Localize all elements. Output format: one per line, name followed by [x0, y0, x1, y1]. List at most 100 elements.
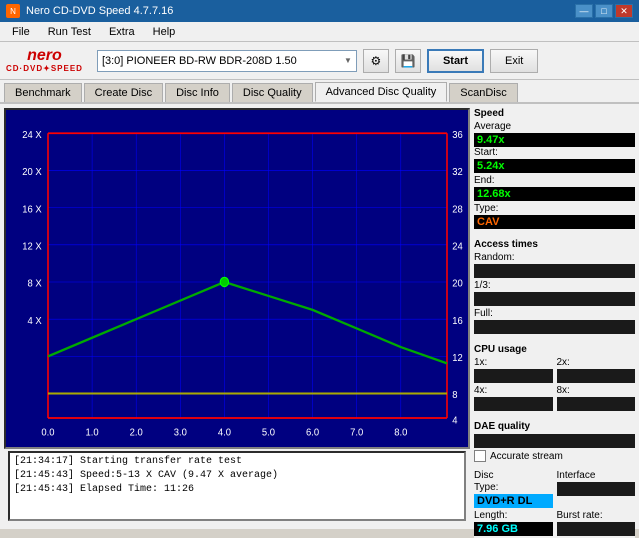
maximize-button[interactable]: □ — [595, 4, 613, 18]
cpu-2x-value — [557, 369, 636, 383]
interface-box: Interface — [557, 470, 636, 508]
speed-end-row: End: 12.68x — [474, 175, 635, 201]
save-icon-button[interactable]: 💾 — [395, 49, 421, 73]
speed-title: Speed — [474, 108, 635, 119]
speed-average-value: 9.47x — [474, 133, 635, 147]
svg-text:5.0: 5.0 — [262, 427, 276, 439]
access-times-title: Access times — [474, 239, 635, 250]
cpu-8x-value — [557, 397, 636, 411]
cpu-2x-label: 2x: — [557, 357, 636, 368]
tab-disc-quality[interactable]: Disc Quality — [232, 83, 313, 102]
menu-extra[interactable]: Extra — [101, 24, 143, 40]
toolbar: nero CD·DVD✦SPEED [3:0] PIONEER BD-RW BD… — [0, 42, 639, 80]
svg-text:24: 24 — [452, 241, 463, 253]
access-third-label: 1/3: — [474, 280, 635, 291]
title-bar: N Nero CD-DVD Speed 4.7.7.16 — □ ✕ — [0, 0, 639, 22]
log-line-2: [21:45:43] Speed:5-13 X CAV (9.47 X aver… — [14, 469, 460, 483]
title-bar-controls: — □ ✕ — [575, 4, 633, 18]
chart-area: 24 X 20 X 16 X 12 X 8 X 4 X 36 32 28 24 … — [0, 104, 474, 529]
cpu-row-2: 4x: 8x: — [474, 385, 635, 411]
svg-text:12 X: 12 X — [22, 241, 42, 253]
app-title: Nero CD-DVD Speed 4.7.7.16 — [26, 5, 173, 17]
speed-start-row: Start: 5.24x — [474, 147, 635, 173]
disc-info-row: Disc Type: DVD+R DL Interface — [474, 470, 635, 508]
menu-help[interactable]: Help — [145, 24, 184, 40]
svg-text:3.0: 3.0 — [174, 427, 188, 439]
svg-text:36: 36 — [452, 129, 463, 141]
close-button[interactable]: ✕ — [615, 4, 633, 18]
combo-arrow-icon: ▼ — [344, 56, 352, 65]
svg-text:4: 4 — [452, 415, 458, 427]
cpu-8x-box: 8x: — [557, 385, 636, 411]
nero-sub: CD·DVD✦SPEED — [6, 64, 83, 73]
svg-text:0.0: 0.0 — [41, 427, 55, 439]
cpu-1x-label: 1x: — [474, 357, 553, 368]
tab-scan-disc[interactable]: ScanDisc — [449, 83, 517, 102]
svg-text:8: 8 — [452, 390, 458, 402]
access-times-section: Access times Random: 1/3: Full: — [474, 239, 635, 336]
app-icon: N — [6, 4, 20, 18]
svg-text:6.0: 6.0 — [306, 427, 320, 439]
cpu-4x-box: 4x: — [474, 385, 553, 411]
cpu-1x-value — [474, 369, 553, 383]
tab-bar: Benchmark Create Disc Disc Info Disc Qua… — [0, 80, 639, 104]
options-icon-button[interactable]: ⚙ — [363, 49, 389, 73]
disc-type-value: DVD+R DL — [474, 494, 553, 508]
disc-length-label: Length: — [474, 510, 553, 521]
menu-file[interactable]: File — [4, 24, 38, 40]
speed-section: Speed Average 9.47x Start: 5.24x End: 12… — [474, 108, 635, 231]
speed-start-label: Start: — [474, 147, 635, 158]
exit-button[interactable]: Exit — [490, 49, 538, 73]
menu-run-test[interactable]: Run Test — [40, 24, 99, 40]
speed-type-box: Type: CAV — [474, 203, 635, 229]
cpu-8x-label: 8x: — [557, 385, 636, 396]
drive-selector[interactable]: [3:0] PIONEER BD-RW BDR-208D 1.50 ▼ — [97, 50, 357, 72]
access-random-box: Random: — [474, 252, 635, 278]
dae-value — [474, 434, 635, 448]
nero-logo: nero CD·DVD✦SPEED — [6, 48, 83, 73]
menu-bar: File Run Test Extra Help — [0, 22, 639, 42]
access-full-label: Full: — [474, 308, 635, 319]
log-line-1: [21:34:17] Starting transfer rate test — [14, 455, 460, 469]
speed-end-value: 12.68x — [474, 187, 635, 201]
access-third-value — [474, 292, 635, 306]
access-random-value — [474, 264, 635, 278]
chart-container: 24 X 20 X 16 X 12 X 8 X 4 X 36 32 28 24 … — [4, 108, 470, 449]
tab-benchmark[interactable]: Benchmark — [4, 83, 82, 102]
main-content: 24 X 20 X 16 X 12 X 8 X 4 X 36 32 28 24 … — [0, 104, 639, 529]
access-third-box: 1/3: — [474, 280, 635, 306]
access-third-row: 1/3: — [474, 280, 635, 306]
speed-type-label: Type: — [474, 203, 635, 214]
disc-length-box: Length: 7.96 GB — [474, 510, 553, 536]
accurate-stream-row: Accurate stream — [474, 450, 635, 462]
start-button[interactable]: Start — [427, 49, 484, 73]
svg-text:28: 28 — [452, 204, 463, 216]
speed-average-label: Average — [474, 121, 635, 132]
disc-length-value: 7.96 GB — [474, 522, 553, 536]
cpu-title: CPU usage — [474, 344, 635, 355]
log-line-3: [21:45:43] Elapsed Time: 11:26 — [14, 483, 460, 497]
svg-text:7.0: 7.0 — [350, 427, 364, 439]
disc-section: Disc Type: DVD+R DL Interface Length: 7.… — [474, 470, 635, 538]
svg-text:20 X: 20 X — [22, 167, 42, 179]
cpu-section: CPU usage 1x: 2x: 4x: 8x: — [474, 344, 635, 413]
accurate-stream-checkbox[interactable] — [474, 450, 486, 462]
svg-text:24 X: 24 X — [22, 129, 42, 141]
svg-text:4.0: 4.0 — [218, 427, 232, 439]
chart-svg: 24 X 20 X 16 X 12 X 8 X 4 X 36 32 28 24 … — [6, 110, 468, 447]
minimize-button[interactable]: — — [575, 4, 593, 18]
cpu-1x-box: 1x: — [474, 357, 553, 383]
log-area: [21:34:17] Starting transfer rate test [… — [8, 451, 466, 521]
access-full-value — [474, 320, 635, 334]
disc-type-sublabel: Type: — [474, 482, 553, 493]
interface-label: Interface — [557, 470, 636, 481]
tab-create-disc[interactable]: Create Disc — [84, 83, 163, 102]
tab-disc-info[interactable]: Disc Info — [165, 83, 230, 102]
access-full-row: Full: — [474, 308, 635, 334]
tab-advanced-disc-quality[interactable]: Advanced Disc Quality — [315, 82, 448, 102]
disc-type-box: Disc Type: DVD+R DL — [474, 470, 553, 508]
cpu-2x-box: 2x: — [557, 357, 636, 383]
right-panel: Speed Average 9.47x Start: 5.24x End: 12… — [474, 104, 639, 529]
access-random-row: Random: — [474, 252, 635, 278]
cpu-row-1: 1x: 2x: — [474, 357, 635, 383]
